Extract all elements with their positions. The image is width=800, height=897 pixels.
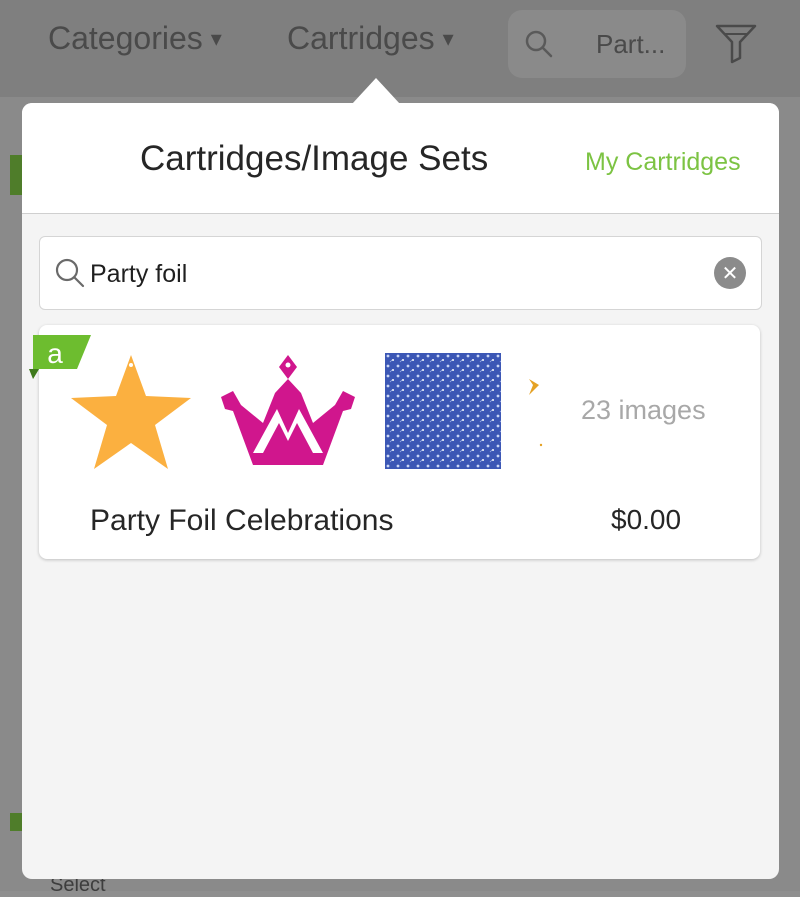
search-icon [525, 30, 553, 58]
categories-dropdown[interactable]: Categories ▾ [48, 20, 222, 57]
chevron-down-icon: ▾ [210, 25, 222, 51]
my-cartridges-link[interactable]: My Cartridges [585, 148, 741, 177]
cartridges-label: Cartridges [287, 20, 435, 56]
cartridge-name: Party Foil Celebrations [90, 504, 394, 537]
categories-label: Categories [48, 20, 203, 56]
crown-image [221, 355, 355, 465]
result-card[interactable]: a 23 images Party Foil Celebrations $0.0… [29, 325, 760, 559]
partial-image [529, 379, 543, 447]
popover-title: Cartridges/Image Sets [140, 139, 489, 178]
popover-header: Cartridges/Image Sets My Cartridges [22, 103, 779, 214]
nav-search-box[interactable]: Part... [508, 10, 686, 78]
star-image [71, 355, 191, 469]
access-badge-letter: a [47, 338, 63, 369]
image-count: 23 images [581, 395, 706, 425]
cartridges-dropdown[interactable]: Cartridges ▾ [287, 20, 454, 57]
popover-arrow [352, 78, 400, 104]
cartridge-search-input[interactable] [88, 251, 692, 297]
cartridges-popover: Cartridges/Image Sets My Cartridges ✕ a [22, 103, 779, 879]
cartridge-price: $0.00 [611, 504, 682, 535]
clear-icon[interactable]: ✕ [714, 257, 746, 289]
pattern-image [385, 353, 501, 469]
funnel-icon[interactable] [714, 22, 758, 64]
search-icon [55, 258, 85, 288]
chevron-down-icon: ▾ [442, 25, 454, 51]
nav-search-text: Part... [596, 28, 666, 59]
cartridge-search-field[interactable]: ✕ [39, 236, 762, 310]
top-nav-bar: Categories ▾ Cartridges ▾ Part... [0, 0, 800, 97]
